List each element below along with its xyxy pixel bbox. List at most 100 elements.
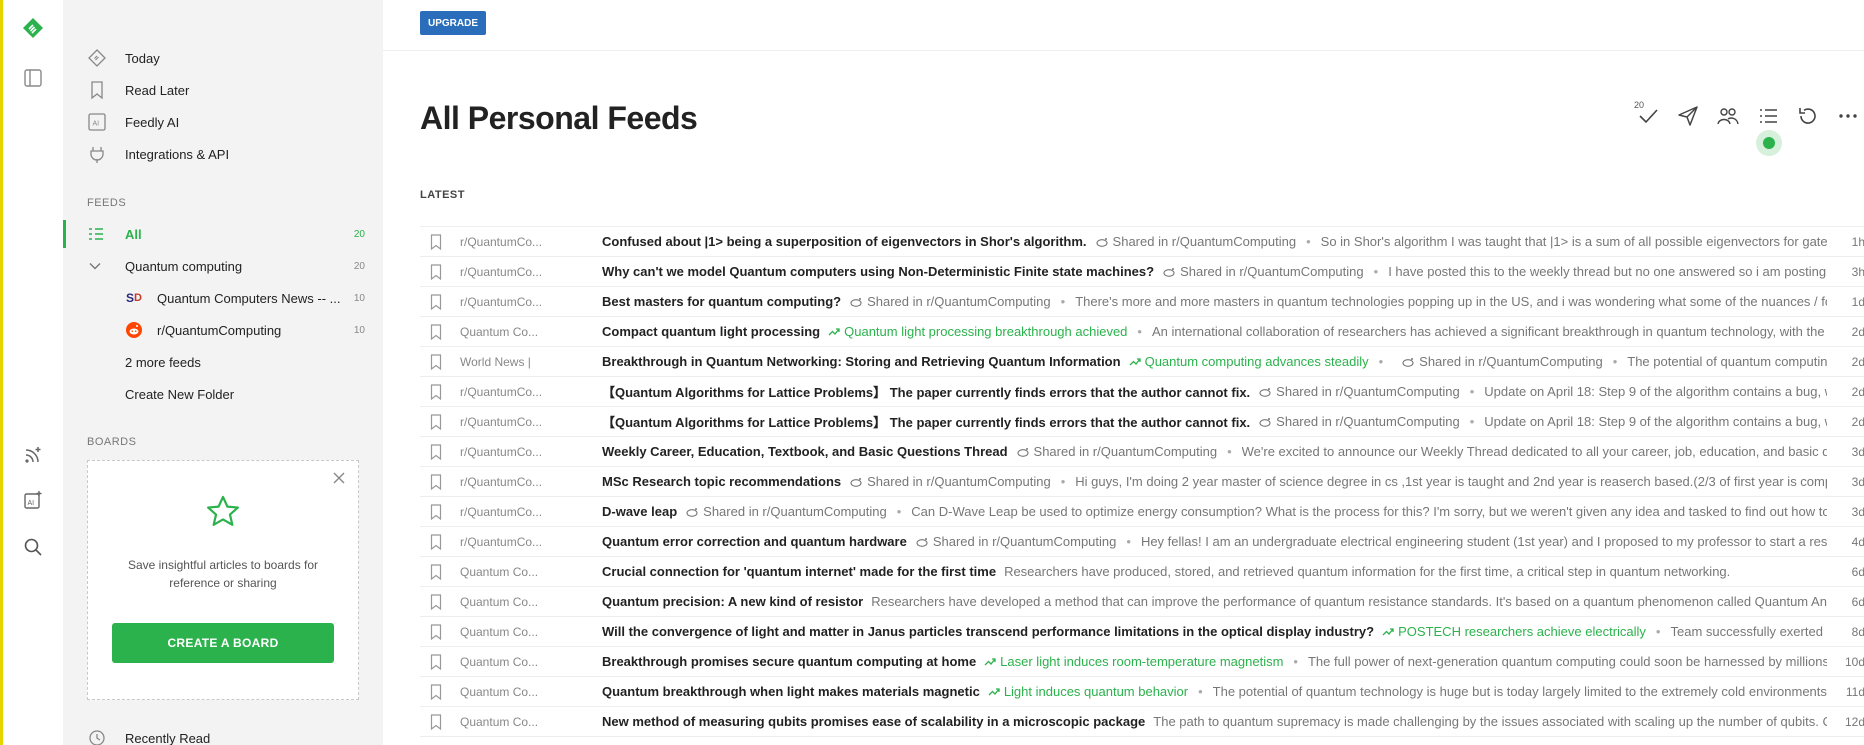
bookmark-icon[interactable] xyxy=(430,353,450,370)
bookmark-icon[interactable] xyxy=(430,713,450,730)
article-snippet[interactable]: So in Shor's algorithm I was taught that… xyxy=(1321,234,1827,249)
shared-tag[interactable]: Shared in r/QuantumComputing xyxy=(849,294,1051,309)
article-row[interactable]: r/QuantumCo... Why can't we model Quantum… xyxy=(420,257,1864,287)
bookmark-icon[interactable] xyxy=(430,233,450,250)
article-row[interactable]: Quantum Co... Crucial connection for 'qua… xyxy=(420,557,1864,587)
article-source[interactable]: Quantum Co... xyxy=(460,595,600,609)
bookmark-icon[interactable] xyxy=(430,593,450,610)
article-source[interactable]: r/QuantumCo... xyxy=(460,295,600,309)
sidebar-toggle-icon[interactable] xyxy=(21,66,45,90)
article-row[interactable]: r/QuantumCo... Quantum error correction a… xyxy=(420,527,1864,557)
bookmark-icon[interactable] xyxy=(430,263,450,280)
status-indicator-icon[interactable] xyxy=(1756,130,1782,156)
article-row[interactable]: Quantum Co... Breakthrough promises secur… xyxy=(420,647,1864,677)
article-title[interactable]: Weekly Career, Education, Textbook, and … xyxy=(602,444,1008,459)
add-ai-feed-icon[interactable]: AI xyxy=(21,488,45,512)
feedly-logo-icon[interactable] xyxy=(21,16,45,40)
bookmark-icon[interactable] xyxy=(430,683,450,700)
article-row[interactable]: r/QuantumCo... 【Quantum Algorithms for La… xyxy=(420,377,1864,407)
article-snippet[interactable]: There's more and more masters in quantum… xyxy=(1075,294,1827,309)
feed-source-reddit[interactable]: r/QuantumComputing 10 xyxy=(63,316,383,344)
article-snippet[interactable]: Researchers have developed a method that… xyxy=(871,594,1827,609)
shared-tag[interactable]: Shared in r/QuantumComputing xyxy=(1162,264,1364,279)
folder-quantum-computing[interactable]: Quantum computing 20 xyxy=(63,252,383,280)
article-title[interactable]: Compact quantum light processing xyxy=(602,324,820,339)
close-icon[interactable] xyxy=(332,471,346,485)
bookmark-icon[interactable] xyxy=(430,473,450,490)
shared-tag[interactable]: Shared in r/QuantumComputing xyxy=(685,504,887,519)
article-source[interactable]: Quantum Co... xyxy=(460,685,600,699)
mark-all-read-button[interactable]: 20 xyxy=(1634,100,1660,130)
bookmark-icon[interactable] xyxy=(430,413,450,430)
article-row[interactable]: r/QuantumCo... 【Quantum Algorithms for La… xyxy=(420,407,1864,437)
article-row[interactable]: Quantum Co... Compact quantum light proce… xyxy=(420,317,1864,347)
list-view-button[interactable] xyxy=(1756,106,1780,130)
article-row[interactable]: Quantum Co... New method of measuring qub… xyxy=(420,707,1864,737)
article-title[interactable]: Will the convergence of light and matter… xyxy=(602,624,1374,639)
article-row[interactable]: r/QuantumCo... D-wave leap Shared in r/Qua… xyxy=(420,497,1864,527)
search-icon[interactable] xyxy=(21,535,45,559)
article-title[interactable]: Why can't we model Quantum computers usi… xyxy=(602,264,1154,279)
article-title[interactable]: 【Quantum Algorithms for Lattice Problems… xyxy=(602,412,1250,431)
bookmark-icon[interactable] xyxy=(430,563,450,580)
nav-today[interactable]: Today xyxy=(87,44,160,72)
article-snippet[interactable]: The path to quantum supremacy is made ch… xyxy=(1153,714,1827,729)
shared-tag[interactable]: Shared in r/QuantumComputing xyxy=(1095,234,1296,249)
article-title[interactable]: Crucial connection for 'quantum internet… xyxy=(602,564,996,579)
shared-tag[interactable]: Shared in r/QuantumComputing xyxy=(1258,384,1460,399)
feed-source-quantum-news[interactable]: SD Quantum Computers News -- ... 10 xyxy=(63,284,383,312)
article-title[interactable]: New method of measuring qubits promises … xyxy=(602,714,1145,729)
article-snippet[interactable]: Update on April 18: Step 9 of the algori… xyxy=(1484,414,1827,429)
trend-tag[interactable]: POSTECH researchers achieve electrically xyxy=(1382,624,1646,639)
team-button[interactable] xyxy=(1716,106,1740,130)
article-title[interactable]: Breakthrough in Quantum Networking: Stor… xyxy=(602,354,1121,369)
article-snippet[interactable]: We're excited to announce our Weekly Thr… xyxy=(1242,444,1827,459)
article-source[interactable]: r/QuantumCo... xyxy=(460,415,600,429)
article-source[interactable]: r/QuantumCo... xyxy=(460,235,600,249)
article-row[interactable]: Quantum Co... Will the convergence of lig… xyxy=(420,617,1864,647)
article-source[interactable]: Quantum Co... xyxy=(460,625,600,639)
article-snippet[interactable]: The potential of quantum technology is h… xyxy=(1213,684,1827,699)
bookmark-icon[interactable] xyxy=(430,653,450,670)
article-source[interactable]: r/QuantumCo... xyxy=(460,445,600,459)
create-folder-link[interactable]: Create New Folder xyxy=(63,380,383,408)
article-row[interactable]: World News | Breakthrough in Quantum Netw… xyxy=(420,347,1864,377)
bookmark-icon[interactable] xyxy=(430,443,450,460)
more-options-button[interactable] xyxy=(1836,106,1860,130)
bookmark-icon[interactable] xyxy=(430,503,450,520)
bookmark-icon[interactable] xyxy=(430,533,450,550)
article-title[interactable]: 【Quantum Algorithms for Lattice Problems… xyxy=(602,382,1250,401)
article-source[interactable]: World News | xyxy=(460,355,600,369)
chevron-down-icon[interactable] xyxy=(88,259,104,273)
shared-tag[interactable]: Shared in r/QuantumComputing xyxy=(849,474,1051,489)
bookmark-icon[interactable] xyxy=(430,383,450,400)
article-source[interactable]: r/QuantumCo... xyxy=(460,475,600,489)
article-source[interactable]: r/QuantumCo... xyxy=(460,505,600,519)
article-row[interactable]: r/QuantumCo... Best masters for quantum c… xyxy=(420,287,1864,317)
article-snippet[interactable]: The potential of quantum computing xyxy=(1627,354,1827,369)
create-board-button[interactable]: CREATE A BOARD xyxy=(112,623,334,663)
article-title[interactable]: Quantum error correction and quantum har… xyxy=(602,534,907,549)
article-row[interactable]: Quantum Co... Quantum precision: A new ki… xyxy=(420,587,1864,617)
article-title[interactable]: Best masters for quantum computing? xyxy=(602,294,841,309)
nav-read-later[interactable]: Read Later xyxy=(87,76,189,104)
article-row[interactable]: r/QuantumCo... Confused about |1> being a… xyxy=(420,227,1864,257)
more-feeds-link[interactable]: 2 more feeds xyxy=(63,348,383,376)
article-source[interactable]: r/QuantumCo... xyxy=(460,265,600,279)
article-row[interactable]: r/QuantumCo... MSc Research topic recomme… xyxy=(420,467,1864,497)
shared-tag[interactable]: Shared in r/QuantumComputing xyxy=(1401,354,1603,369)
refresh-button[interactable] xyxy=(1796,106,1820,130)
article-source[interactable]: Quantum Co... xyxy=(460,655,600,669)
trend-tag[interactable]: Light induces quantum behavior xyxy=(988,684,1188,699)
article-snippet[interactable]: Update on April 18: Step 9 of the algori… xyxy=(1484,384,1827,399)
article-snippet[interactable]: The full power of next-generation quantu… xyxy=(1308,654,1827,669)
upgrade-button[interactable]: UPGRADE xyxy=(420,11,487,35)
article-row[interactable]: r/QuantumCo... Weekly Career, Education, … xyxy=(420,437,1864,467)
article-source[interactable]: Quantum Co... xyxy=(460,715,600,729)
shared-tag[interactable]: Shared in r/QuantumComputing xyxy=(1016,444,1217,459)
trend-tag[interactable]: Laser light induces room-temperature mag… xyxy=(984,654,1283,669)
article-snippet[interactable]: Can D-Wave Leap be used to optimize ener… xyxy=(911,504,1827,519)
trend-tag[interactable]: Quantum light processing breakthrough ac… xyxy=(828,324,1127,339)
article-row[interactable]: Quantum Co... Quantum breakthrough when l… xyxy=(420,677,1864,707)
nav-recently-read[interactable]: Recently Read xyxy=(87,724,210,745)
